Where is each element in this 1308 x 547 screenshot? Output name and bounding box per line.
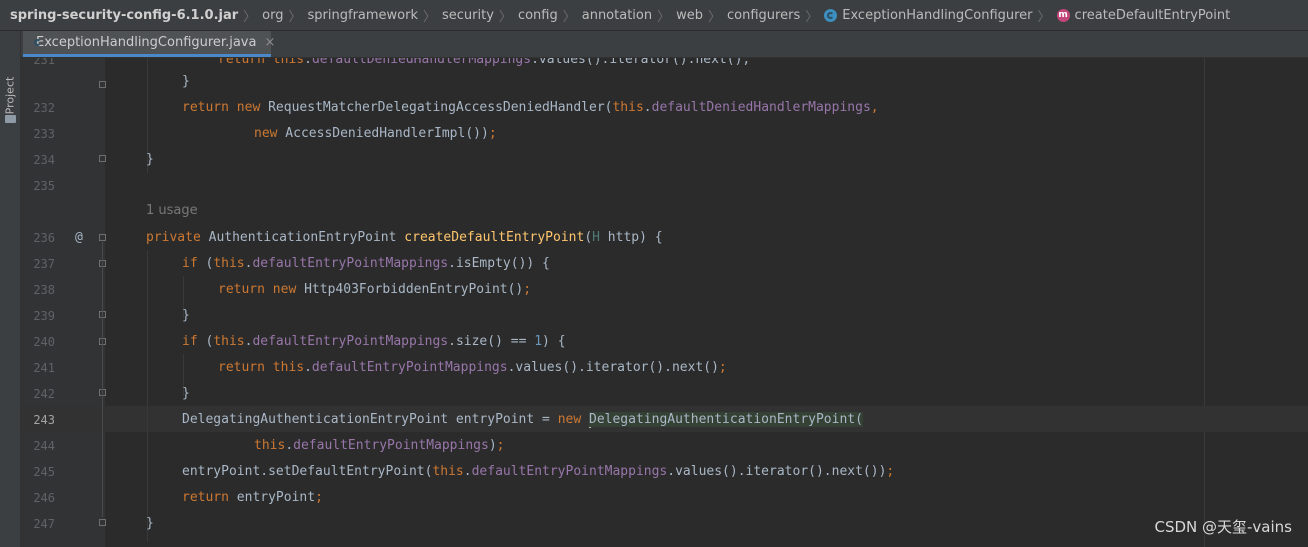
breadcrumb-separator: 〉 (498, 9, 512, 25)
usage-hint[interactable]: 1 usage (146, 198, 198, 224)
breadcrumb-package-configurers[interactable]: configurers (727, 8, 800, 23)
line-number: 236 (33, 231, 55, 245)
close-icon[interactable]: × (264, 35, 275, 50)
line-number: 231 (33, 58, 55, 67)
watermark: CSDN @天玺-vains (1154, 518, 1292, 536)
code-line: this.defaultEntryPointMappings); (254, 438, 505, 453)
breadcrumb-package-security[interactable]: security (442, 8, 494, 23)
breadcrumb-separator: 〉 (288, 9, 302, 25)
breadcrumb-package-web[interactable]: web (676, 8, 703, 23)
line-number: 241 (33, 361, 55, 375)
breadcrumb-separator: 〉 (657, 9, 671, 25)
override-marker-icon[interactable]: @ (75, 225, 83, 251)
line-number: 234 (33, 153, 55, 167)
class-c-icon (824, 8, 838, 22)
breadcrumb-separator: 〉 (562, 9, 576, 25)
line-number: 247 (33, 517, 55, 531)
code-line: private AuthenticationEntryPoint createD… (146, 230, 663, 245)
line-number: 238 (33, 283, 55, 297)
line-number: 239 (33, 309, 55, 323)
code-line: if (this.defaultEntryPointMappings.size(… (182, 334, 566, 349)
code-line: return this.defaultEntryPointMappings.va… (218, 360, 727, 375)
fold-marker[interactable] (99, 234, 106, 241)
indent-guide (147, 250, 148, 542)
code-line: return this.defaultDeniedHandlerMappings… (218, 58, 751, 67)
breadcrumb-separator: 〉 (805, 9, 819, 25)
breadcrumb-method[interactable]: m createDefaultEntryPoint (1056, 7, 1231, 23)
code-line: entryPoint.setDefaultEntryPoint(this.def… (182, 464, 895, 479)
editor-tab-bar: ExceptionHandlingConfigurer.java × (21, 31, 1308, 58)
line-number: 244 (33, 439, 55, 453)
code-line: new AccessDeniedHandlerImpl()); (254, 126, 497, 141)
fold-range-line (102, 242, 103, 517)
code-editor[interactable]: 231 return this.defaultDeniedHandlerMapp… (21, 58, 1308, 547)
fold-marker[interactable] (99, 519, 106, 526)
project-tool-label: Project (3, 76, 17, 115)
fold-marker[interactable] (99, 155, 106, 162)
code-line: } (146, 516, 154, 531)
line-number: 240 (33, 335, 55, 349)
code-line: if (this.defaultEntryPointMappings.isEmp… (182, 256, 550, 271)
line-number: 242 (33, 387, 55, 401)
breadcrumb-separator: 〉 (243, 9, 257, 25)
breadcrumb-class-label: ExceptionHandlingConfigurer (842, 7, 1033, 23)
folder-icon (5, 115, 16, 123)
breadcrumb-jar[interactable]: spring-security-config-6.1.0.jar (10, 8, 238, 23)
code-line: return new RequestMatcherDelegatingAcces… (182, 100, 879, 115)
breadcrumb-package-annotation[interactable]: annotation (582, 8, 652, 23)
code-line: } (182, 74, 190, 89)
breadcrumb-package-springframework[interactable]: springframework (308, 8, 418, 23)
breadcrumb-separator: 〉 (423, 9, 437, 25)
navigation-breadcrumb: spring-security-config-6.1.0.jar 〉 org 〉… (0, 0, 1308, 31)
code-line: return new Http403ForbiddenEntryPoint(); (218, 282, 532, 297)
breadcrumb-separator: 〉 (1037, 9, 1051, 25)
line-number: 245 (33, 465, 55, 479)
line-number-current: 243 (33, 413, 55, 427)
line-number: 232 (33, 101, 55, 115)
line-number: 237 (33, 257, 55, 271)
line-number: 235 (33, 179, 55, 193)
tab-title: ExceptionHandlingConfigurer.java (36, 35, 257, 50)
tool-window-strip: Project (0, 31, 21, 547)
code-line: return entryPoint; (182, 490, 323, 505)
method-m-icon: m (1056, 8, 1070, 22)
code-line: DelegatingAuthenticationEntryPoint entry… (182, 411, 863, 428)
right-margin-guide (1204, 58, 1205, 547)
breadcrumb-package-config[interactable]: config (518, 8, 558, 23)
breadcrumb-package-org[interactable]: org (262, 8, 283, 23)
line-number: 233 (33, 127, 55, 141)
fold-marker[interactable] (99, 81, 106, 88)
breadcrumb-method-label: createDefaultEntryPoint (1074, 7, 1231, 23)
code-line: } (146, 152, 154, 167)
tab-exception-handling-configurer[interactable]: ExceptionHandlingConfigurer.java × (23, 31, 275, 57)
code-line: } (182, 308, 190, 323)
breadcrumb-separator: 〉 (708, 9, 722, 25)
breadcrumb-class[interactable]: ExceptionHandlingConfigurer (824, 7, 1033, 23)
code-line: } (182, 386, 190, 401)
line-number: 246 (33, 491, 55, 505)
project-tool-button[interactable]: Project (3, 71, 17, 121)
